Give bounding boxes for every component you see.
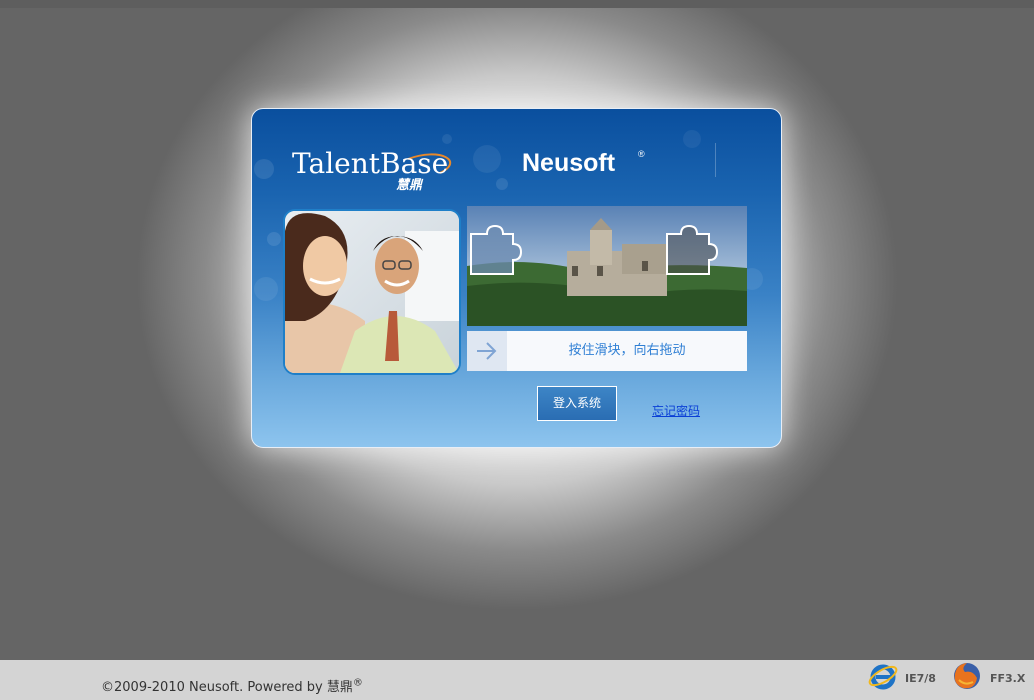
internet-explorer-icon (867, 660, 899, 692)
puzzle-target-slot (666, 224, 719, 275)
captcha-slider-hint: 按住滑块，向右拖动 (568, 343, 686, 358)
people-photo (283, 209, 461, 375)
arrow-right-icon (477, 342, 497, 360)
neusoft-logo: Neusoft ® (522, 145, 652, 179)
forgot-password-link[interactable]: 忘记密码 (652, 402, 700, 419)
copyright-text: ©2009-2010 Neusoft. Powered by 慧鼎® (101, 676, 363, 695)
talentbase-logo-cn: 慧鼎 (396, 177, 424, 193)
login-card: TalentBase 慧鼎 Neusoft ® 按住滑块，向右拖动 登入系统 忘… (251, 108, 782, 448)
talentbase-logo: TalentBase 慧鼎 (290, 143, 460, 193)
captcha-slider-track: 按住滑块，向右拖动 (467, 331, 747, 371)
top-bar (0, 0, 1034, 8)
footer: ©2009-2010 Neusoft. Powered by 慧鼎® IE7/8… (0, 660, 1034, 700)
captcha-puzzle-image (467, 206, 747, 326)
neusoft-registered-mark: ® (638, 149, 645, 159)
ie-version-label: IE7/8 (905, 672, 936, 685)
talentbase-logo-text: TalentBase (292, 147, 448, 180)
puzzle-piece-icon[interactable] (470, 224, 523, 275)
firefox-version-label: FF3.X (990, 672, 1026, 685)
copyright-body: ©2009-2010 Neusoft. Powered by 慧鼎 (101, 680, 353, 695)
captcha-slider-handle[interactable] (467, 331, 507, 371)
login-button[interactable]: 登入系统 (537, 386, 617, 421)
neusoft-logo-text: Neusoft (522, 149, 616, 177)
header-divider (715, 143, 716, 177)
firefox-icon (951, 660, 983, 692)
copyright-mark: ® (352, 677, 363, 689)
